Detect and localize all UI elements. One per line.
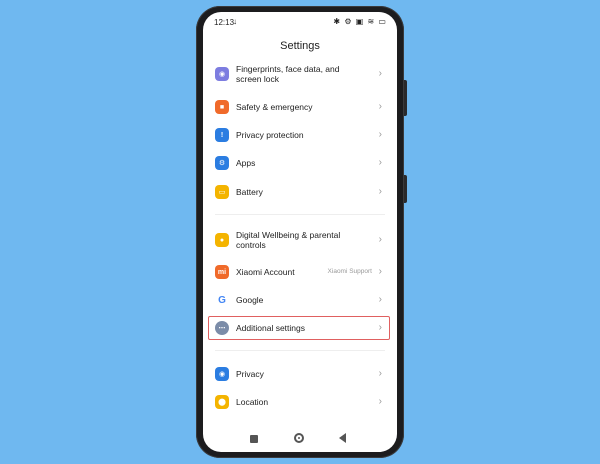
settings-item-label: Privacy (236, 369, 264, 379)
power-button (404, 175, 407, 203)
google-icon: G (215, 293, 229, 307)
chevron-right-icon: › (378, 68, 382, 79)
status-bar: 12:13 ↓ ✱ ⚙ ▣ ≋ ▭ (203, 12, 397, 34)
chevron-right-icon: › (378, 234, 382, 245)
section-divider (215, 350, 385, 351)
battery-icon: ▭ (215, 185, 229, 199)
chevron-right-icon: › (378, 157, 382, 168)
emergency-icon: ■ (215, 100, 229, 114)
settings-item-privacy-protection[interactable]: ! Privacy protection › (203, 121, 397, 149)
page-title: Settings (280, 40, 320, 52)
back-button[interactable] (339, 433, 346, 443)
chevron-right-icon: › (378, 396, 382, 407)
chevron-right-icon: › (378, 186, 382, 197)
chevron-right-icon: › (378, 101, 382, 112)
settings-item-location[interactable]: ⬤ Location › (203, 388, 397, 416)
settings-item-label: Fingerprints, face data, and screen lock (236, 64, 340, 84)
location-icon: ⬤ (215, 395, 229, 409)
navigation-bar (203, 432, 397, 452)
settings-item-label: Privacy protection (236, 130, 304, 140)
fingerprint-icon: ◉ (215, 67, 229, 81)
settings-item-privacy[interactable]: ◉ Privacy › (203, 360, 397, 388)
settings-item-label: Digital Wellbeing & parental controls (236, 230, 341, 250)
xiaomi-icon: mi (215, 265, 229, 279)
home-button[interactable] (294, 433, 304, 443)
settings-item-safety[interactable]: ■ Safety & emergency › (203, 93, 397, 121)
wellbeing-icon: ● (215, 233, 229, 247)
chevron-right-icon: › (378, 266, 382, 277)
settings-item-xiaomi-account[interactable]: mi Xiaomi Account Xiaomi Support › (203, 258, 397, 286)
settings-item-label: Location (236, 397, 269, 407)
settings-item-battery[interactable]: ▭ Battery › (203, 178, 397, 206)
highlight-box (208, 316, 390, 340)
privacy-protection-icon: ! (215, 128, 229, 142)
chevron-right-icon: › (378, 294, 382, 305)
status-time: 12:13 (214, 18, 235, 27)
settings-item-digital-wellbeing[interactable]: ● Digital Wellbeing & parental controls … (203, 226, 397, 254)
settings-item-google[interactable]: G Google › (203, 286, 397, 314)
eye-icon: ◉ (215, 367, 229, 381)
settings-item-apps[interactable]: ⚙ Apps › (203, 149, 397, 177)
settings-item-label: Google (236, 295, 264, 305)
settings-item-label: Battery (236, 187, 263, 197)
volume-button (404, 80, 407, 116)
apps-icon: ⚙ (215, 156, 229, 170)
settings-item-label: Apps (236, 158, 256, 168)
xiaomi-support-label: Xiaomi Support (327, 268, 372, 275)
phone-screen: 12:13 ↓ ✱ ⚙ ▣ ≋ ▭ Settings ◉ Fingerprint… (203, 12, 397, 452)
section-divider (215, 214, 385, 215)
settings-item-fingerprints[interactable]: ◉ Fingerprints, face data, and screen lo… (203, 60, 397, 88)
chevron-right-icon: › (378, 368, 382, 379)
recent-apps-button[interactable] (250, 435, 258, 443)
settings-item-label: Safety & emergency (236, 102, 313, 112)
chevron-right-icon: › (378, 129, 382, 140)
download-icon: ↓ (233, 17, 237, 26)
status-icons: ✱ ⚙ ▣ ≋ ▭ (333, 17, 387, 26)
